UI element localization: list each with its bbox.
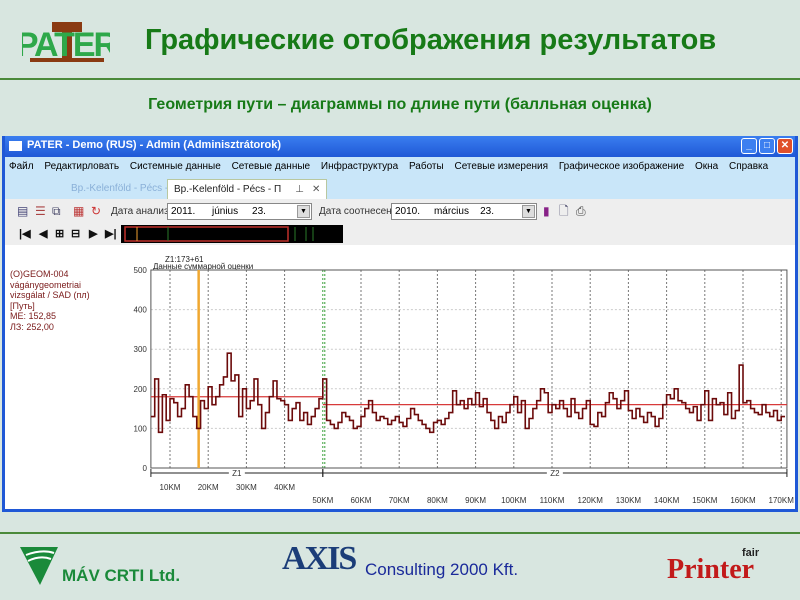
overview-strip[interactable] xyxy=(121,225,343,243)
menu-file[interactable]: Файл xyxy=(9,161,34,172)
refresh-icon[interactable]: ↻ xyxy=(91,204,101,218)
close-tab-icon[interactable]: ✕ xyxy=(312,184,320,195)
previous-icon[interactable]: ◀ xyxy=(39,227,47,240)
zoom-out-icon[interactable]: ⊟ xyxy=(71,227,80,240)
compare-date-picker[interactable]: 2010. március 23. ▼ xyxy=(391,203,537,220)
pin-icon[interactable]: ⊥ xyxy=(295,184,304,195)
slide-subtitle: Геометрия пути – диаграммы по длине пути… xyxy=(148,96,652,113)
menu-edit[interactable]: Редактирловать xyxy=(44,161,119,172)
list-icon[interactable]: ☰ xyxy=(35,204,46,218)
zoom-in-icon[interactable]: ⊞ xyxy=(55,227,64,240)
grid-icon[interactable]: ▦ xyxy=(73,204,84,218)
info-line: (O)GEOM-004 xyxy=(10,269,69,279)
info-line: vizsgálat / SAD (пл) xyxy=(10,290,90,300)
tab-bar: Bp.-Kelenföld - Pécs - П ⊥ ✕ Bp.-Kelenföld… xyxy=(5,177,795,199)
next-icon[interactable]: ▶ xyxy=(89,227,97,240)
printer-fair-label: fair xyxy=(742,547,760,559)
overview-viewport[interactable] xyxy=(124,226,289,242)
slide-title: Графические отображения результатов xyxy=(145,24,717,56)
menu-bar: Файл Редактирловать Системные данные Сет… xyxy=(5,157,795,177)
document-icon[interactable]: ▮ xyxy=(543,204,550,218)
chevron-down-icon[interactable]: ▼ xyxy=(522,205,535,218)
maximize-button[interactable]: □ xyxy=(759,138,775,154)
print-icon[interactable]: ⎙ xyxy=(576,204,586,218)
analysis-date-picker[interactable]: 2011. június 23. ▼ xyxy=(167,203,312,220)
axis-consulting-label: Consulting 2000 Kft. xyxy=(365,560,519,579)
info-line: vágánygeometriai xyxy=(10,279,82,290)
edit-icon[interactable]: ▤ xyxy=(17,204,28,218)
printer-logo: Printer xyxy=(667,554,755,585)
print-preview-icon[interactable]: 🗋 xyxy=(559,204,569,218)
year: 2010. xyxy=(395,206,421,217)
menu-system-data[interactable]: Системные данные xyxy=(130,161,221,172)
month: június xyxy=(211,206,239,217)
menu-network-data[interactable]: Сетевые данные xyxy=(232,161,311,172)
info-line: ЛЗ: 252,00 xyxy=(10,321,54,332)
menu-help[interactable]: Справка xyxy=(729,161,768,172)
tab-label: Bp.-Kelenföld - Pécs - П xyxy=(71,183,179,194)
menu-graphics[interactable]: Графическое изображение xyxy=(559,161,684,172)
month: március xyxy=(433,206,469,217)
menu-works[interactable]: Работы xyxy=(409,161,444,172)
copy-icon[interactable]: ⧉ xyxy=(52,204,61,218)
footer-divider xyxy=(0,532,800,534)
info-line: МЕ: 152,85 xyxy=(10,311,57,321)
info-line: [Путь] xyxy=(10,300,35,311)
tab-label: Bp.-Kelenföld - Pécs - П xyxy=(174,184,282,195)
chevron-down-icon[interactable]: ▼ xyxy=(297,205,310,218)
axis-logo: AXIS xyxy=(282,540,357,577)
tab-document-2[interactable]: Bp.-Kelenföld - Pécs - П ⊥ ✕ xyxy=(167,179,328,199)
day: 23. xyxy=(252,206,266,217)
menu-windows[interactable]: Окна xyxy=(695,161,718,172)
window-title: PATER - Demo (RUS) - Admin (Adminisztrát… xyxy=(27,139,282,151)
header-divider xyxy=(0,78,800,80)
title-bar: PATER - Demo (RUS) - Admin (Adminisztrát… xyxy=(5,136,795,157)
day: 23. xyxy=(480,206,494,217)
last-icon[interactable]: ▶| xyxy=(105,227,117,240)
toolbar: ▤ ☰ ⧉ ▦ ↻ Дата анализа 2011. június 23. … xyxy=(5,199,795,223)
menu-infrastructure[interactable]: Инфраструктура xyxy=(321,161,398,172)
svg-text:PATER: PATER xyxy=(22,26,110,64)
menu-network-measurements[interactable]: Сетевые измерения xyxy=(454,161,548,172)
pater-logo: PATER xyxy=(22,22,110,64)
minimize-button[interactable]: _ xyxy=(741,138,757,154)
close-button[interactable]: ✕ xyxy=(777,138,793,154)
app-window: PATER - Demo (RUS) - Admin (Adminisztrát… xyxy=(2,136,798,512)
first-icon[interactable]: |◀ xyxy=(19,227,31,240)
analysis-date-label: Дата анализа xyxy=(111,206,175,217)
year: 2011. xyxy=(171,206,196,217)
mav-crti-label: MÁV CRTI Ltd. xyxy=(62,566,181,585)
app-icon xyxy=(9,141,22,151)
info-panel: (O)GEOM-004 vágánygeometriai vizsgálat / S… xyxy=(10,269,90,332)
